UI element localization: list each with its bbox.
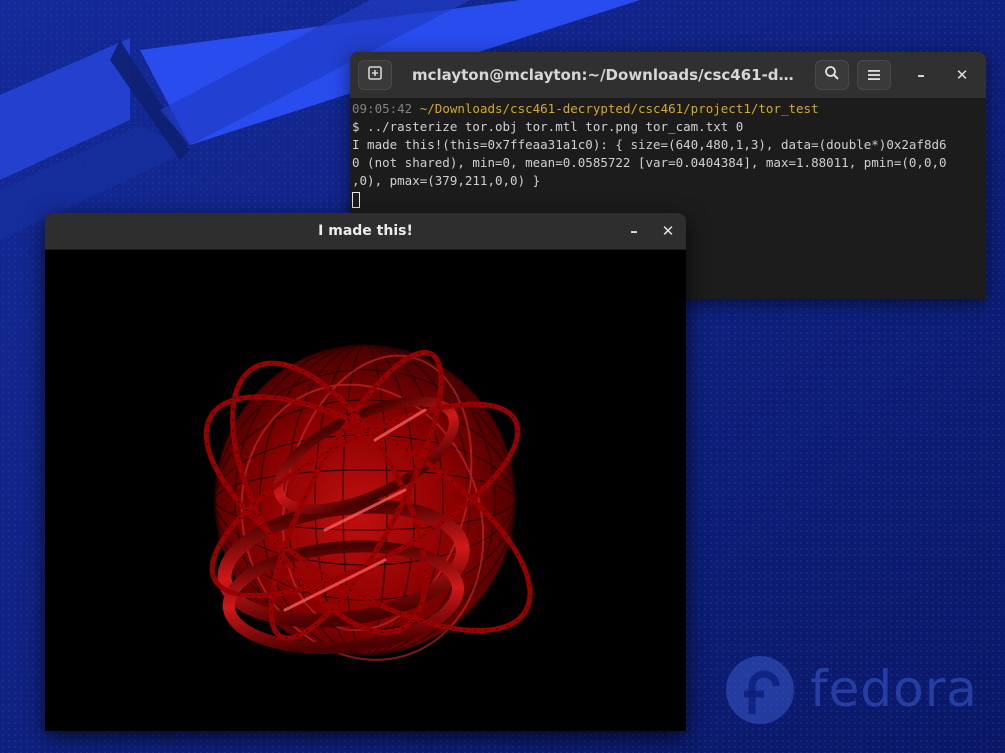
fedora-logo: fedora bbox=[722, 654, 982, 726]
cursor-line bbox=[352, 190, 984, 208]
minimize-icon: – bbox=[917, 66, 925, 84]
viewer-title: I made this! bbox=[318, 223, 413, 239]
output-line: ,0), pmax=(379,211,0,0) } bbox=[352, 173, 541, 188]
viewer-header-bar[interactable]: I made this! – ✕ bbox=[45, 213, 686, 250]
new-tab-icon bbox=[367, 65, 383, 85]
close-icon: ✕ bbox=[955, 66, 969, 84]
output-line: 0 (not shared), min=0, mean=0.0585722 [v… bbox=[352, 155, 947, 170]
fedora-logo-text: fedora bbox=[810, 660, 978, 718]
prompt-timestamp: 09:05:42 bbox=[352, 101, 413, 116]
prompt-cwd: ~/Downloads/csc461-decrypted/csc461/proj… bbox=[419, 101, 819, 116]
search-button[interactable] bbox=[815, 60, 849, 90]
terminal-minimize-button[interactable]: – bbox=[907, 61, 935, 89]
viewer-close-button[interactable]: ✕ bbox=[654, 217, 682, 245]
command-line: $ ../rasterize tor.obj tor.mtl tor.png t… bbox=[352, 119, 744, 134]
image-viewer-window[interactable]: I made this! – ✕ bbox=[45, 213, 686, 731]
output-line: I made this!(this=0x7ffeaa31a1c0): { siz… bbox=[352, 137, 947, 152]
rendered-torus-image bbox=[45, 250, 686, 731]
search-icon bbox=[824, 65, 840, 85]
fedora-logo-icon bbox=[726, 656, 794, 724]
viewer-minimize-button[interactable]: – bbox=[620, 217, 648, 245]
text-cursor bbox=[352, 191, 360, 208]
menu-button[interactable] bbox=[857, 60, 891, 90]
minimize-icon: – bbox=[630, 222, 638, 240]
hamburger-menu-icon bbox=[867, 66, 881, 85]
terminal-close-button[interactable]: ✕ bbox=[948, 61, 976, 89]
close-icon: ✕ bbox=[661, 222, 675, 240]
terminal-title: mclayton@mclayton:~/Downloads/csc461-dec… bbox=[412, 66, 802, 84]
prompt-line: 09:05:42 ~/Downloads/csc461-decrypted/cs… bbox=[352, 100, 984, 118]
new-tab-button[interactable] bbox=[358, 60, 392, 90]
terminal-header-bar[interactable]: mclayton@mclayton:~/Downloads/csc461-dec… bbox=[350, 52, 986, 99]
